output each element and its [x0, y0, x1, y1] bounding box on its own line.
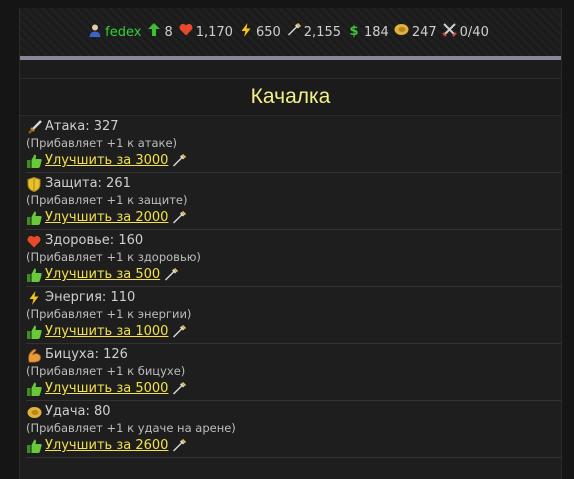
- level-arrow-icon: [146, 23, 162, 41]
- main-frame: fedex 8 1,170 650 2,155 $ 184 247 0/40 К…: [19, 8, 562, 479]
- upgrade-health-button[interactable]: Улучшить за 500: [45, 266, 160, 283]
- luck-value: 247: [411, 24, 437, 40]
- lightning-icon: [26, 290, 42, 306]
- stats-bar: fedex 8 1,170 650 2,155 $ 184 247 0/40: [20, 8, 561, 56]
- thumbs-up-icon: [26, 324, 42, 340]
- stat-list: Атака: 327 (Прибавляет +1 к атаке) Улучш…: [20, 116, 561, 458]
- vodka-bottle-icon: [172, 210, 187, 225]
- vodka-bottle-icon: [286, 22, 302, 42]
- stat-label: Удача: 80: [45, 404, 111, 419]
- thumbs-up-icon: [26, 153, 42, 169]
- stat-label: Энергия: 110: [45, 290, 136, 305]
- stat-description: (Прибавляет +1 к удаче на арене): [26, 421, 236, 435]
- stat-item-energy: Энергия: 110 (Прибавляет +1 к энергии) У…: [26, 287, 561, 344]
- thumbs-up-icon: [26, 267, 42, 283]
- thumbs-up-icon: [26, 210, 42, 226]
- lightning-icon: [238, 22, 254, 42]
- heart-icon: [178, 23, 194, 41]
- vodka-bottle-icon: [172, 153, 187, 168]
- user-icon: [87, 23, 103, 42]
- stat-label: Здоровье: 160: [45, 233, 144, 248]
- sword-icon: [26, 119, 42, 135]
- stat-description: (Прибавляет +1 к энергии): [26, 307, 192, 321]
- heart-icon: [26, 233, 42, 249]
- stat-item-attack: Атака: 327 (Прибавляет +1 к атаке) Улучш…: [26, 116, 561, 173]
- vodka-bottle-icon: [172, 324, 187, 339]
- vodka-bottle-icon: [172, 438, 187, 453]
- stat-description: (Прибавляет +1 к атаке): [26, 136, 178, 150]
- upgrade-luck-button[interactable]: Улучшить за 2600: [45, 437, 168, 454]
- thumbs-up-icon: [26, 381, 42, 397]
- vodka-bottle-icon: [164, 267, 179, 282]
- stat-label: Защита: 261: [45, 176, 131, 191]
- bicep-icon: [26, 347, 42, 363]
- health-value: 1,170: [195, 24, 233, 40]
- dollar-icon: $: [349, 24, 359, 39]
- stat-label: Бицуха: 126: [45, 347, 128, 362]
- vodka-value: 2,155: [303, 24, 341, 40]
- energy-value: 650: [255, 24, 281, 40]
- stat-item-bicep: Бицуха: 126 (Прибавляет +1 к бицухе) Улу…: [26, 344, 561, 401]
- upgrade-energy-button[interactable]: Улучшить за 1000: [45, 323, 168, 340]
- money-value: 184: [363, 24, 389, 40]
- shield-icon: [26, 176, 42, 192]
- username-link[interactable]: fedex: [105, 25, 141, 40]
- horseshoe-icon: [394, 23, 410, 41]
- page-title: Качалка: [250, 85, 331, 108]
- page-header: Качалка: [20, 78, 561, 116]
- stat-item-defense: Защита: 261 (Прибавляет +1 к защите) Улу…: [26, 173, 561, 230]
- level-value: 8: [164, 24, 173, 40]
- vodka-bottle-icon: [172, 381, 187, 396]
- crossed-swords-icon: [442, 22, 458, 42]
- upgrade-defense-button[interactable]: Улучшить за 2000: [45, 209, 168, 226]
- stat-item-luck: Удача: 80 (Прибавляет +1 к удаче на арен…: [26, 401, 561, 458]
- fights-value: 0/40: [459, 24, 489, 40]
- stat-description: (Прибавляет +1 к здоровью): [26, 250, 201, 264]
- stat-label: Атака: 327: [45, 119, 119, 134]
- upgrade-bicep-button[interactable]: Улучшить за 5000: [45, 380, 168, 397]
- horseshoe-icon: [26, 404, 42, 420]
- stat-item-health: Здоровье: 160 (Прибавляет +1 к здоровью)…: [26, 230, 561, 287]
- stat-description: (Прибавляет +1 к бицухе): [26, 364, 186, 378]
- upgrade-attack-button[interactable]: Улучшить за 3000: [45, 152, 168, 169]
- thumbs-up-icon: [26, 438, 42, 454]
- stat-description: (Прибавляет +1 к защите): [26, 193, 188, 207]
